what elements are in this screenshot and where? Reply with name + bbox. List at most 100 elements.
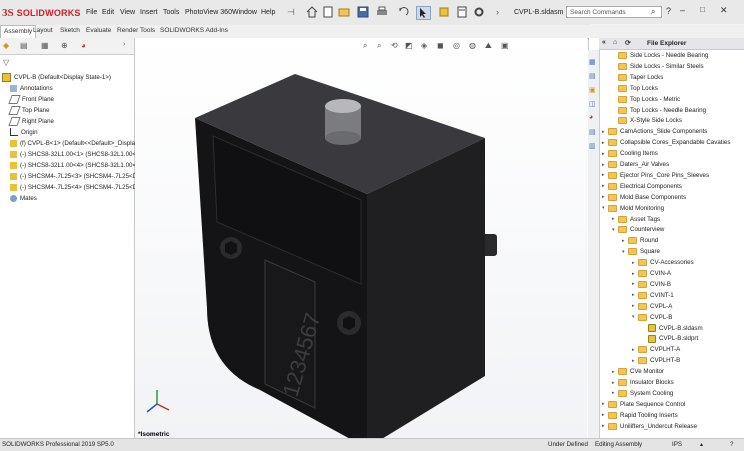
forum-icon[interactable]: ▥ — [589, 142, 596, 150]
tab-sketch[interactable]: Sketch — [60, 27, 80, 34]
menu-file[interactable]: File — [86, 9, 97, 16]
back-icon[interactable]: « — [602, 39, 606, 46]
file-explorer-item[interactable]: ▸ CVINT-1 — [632, 290, 674, 301]
tree-item-component[interactable]: (-) SHCS8-32L1.00<1> (SHCS8-32L1.00<Dis — [10, 149, 145, 159]
file-explorer-item[interactable]: ▸ Mold Base Components — [602, 192, 686, 203]
file-explorer-item[interactable]: ▸ Daters_Air Valves — [602, 159, 669, 170]
file-explorer-item[interactable]: ▸ Insulator Blocks — [612, 377, 674, 388]
help-icon[interactable]: ? — [730, 441, 733, 448]
select-arrow-icon[interactable] — [416, 6, 431, 20]
file-explorer-item[interactable]: ▸ CV-Accessories — [632, 257, 694, 268]
rebuild-icon[interactable] — [438, 6, 451, 18]
file-explorer-item[interactable]: ▸ Asset Tags — [612, 214, 660, 225]
file-explorer-item[interactable]: Top Locks - Metric — [612, 94, 680, 105]
file-explorer-item[interactable]: ▸ Ejector Pins_Core Pins_Sleeves — [602, 170, 709, 181]
file-explorer-item[interactable]: ▸ System Cooling — [612, 388, 673, 399]
file-explorer-item[interactable]: CVPL-B.sldprt — [642, 333, 698, 344]
open-folder-icon[interactable] — [338, 6, 351, 18]
status-units[interactable]: IPS — [672, 441, 682, 448]
file-explorer-item[interactable]: ▸ Rapid Tooling Inserts — [602, 410, 678, 421]
appearances-icon[interactable]: ◕ — [589, 114, 593, 121]
tree-item-component[interactable]: (-) SHCSM4-.7L25<3> (SHCSM4-.7L25<Dis — [10, 171, 142, 181]
file-explorer-item[interactable]: ▾ CVPL-B — [632, 312, 672, 323]
property-manager-icon[interactable]: ▤ — [20, 41, 28, 50]
file-explorer-item[interactable]: ▸ CVe Monitor — [612, 366, 664, 377]
resources-icon[interactable]: ▦ — [589, 58, 596, 66]
configuration-manager-icon[interactable]: ▦ — [41, 41, 49, 50]
home-icon[interactable]: ⌂ — [613, 39, 617, 46]
panel-expand-icon[interactable]: › — [123, 41, 125, 48]
undo-icon[interactable] — [397, 6, 410, 18]
tab-render-tools[interactable]: Render Tools — [117, 27, 155, 34]
expand-icon[interactable]: › — [496, 7, 499, 17]
search-commands-input[interactable]: Search Commands — [566, 6, 662, 18]
file-explorer-item[interactable]: Top Locks — [612, 83, 658, 94]
tab-assembly[interactable]: Assembly — [0, 25, 37, 38]
home-icon[interactable] — [306, 6, 319, 18]
file-explorer-item[interactable]: ▸ Collapsible Cores_Expandable Cavaties — [602, 137, 730, 148]
maximize-icon[interactable]: □ — [700, 5, 705, 14]
tree-item-right-plane[interactable]: Right Plane — [8, 116, 54, 126]
solidworks-logo[interactable]: 3S SOLIDWORKS — [2, 5, 81, 21]
unit-arrow-icon[interactable]: ▴ — [700, 441, 703, 448]
file-explorer-item[interactable]: Side Locks - Similar Steels — [612, 61, 704, 72]
new-document-icon[interactable] — [322, 6, 335, 18]
file-explorer-item[interactable]: ▾ Square — [622, 246, 660, 257]
file-explorer-item[interactable]: X-Style Side Locks — [612, 115, 682, 126]
tree-item-annotations[interactable]: Annotations — [10, 83, 53, 93]
menu-view[interactable]: View — [120, 9, 135, 16]
save-icon[interactable] — [357, 6, 370, 18]
part-model[interactable]: 1234567 — [135, 38, 587, 438]
file-explorer-item[interactable]: ▸ CVPL-A — [632, 301, 672, 312]
menu-window[interactable]: Window — [232, 9, 257, 16]
menu-tools[interactable]: Tools — [163, 9, 179, 16]
minimize-icon[interactable]: – — [680, 5, 685, 15]
design-library-icon[interactable]: ▤ — [589, 72, 596, 80]
custom-properties-icon[interactable]: ▤ — [589, 128, 596, 136]
tab-solidworks-addins[interactable]: SOLIDWORKS Add-Ins — [160, 27, 228, 34]
print-icon[interactable] — [376, 6, 389, 18]
file-explorer-item[interactable]: CVPL-B.sldasm — [642, 323, 703, 334]
file-explorer-item[interactable]: ▸ CVIN-B — [632, 279, 671, 290]
file-explorer-item[interactable]: ▸ CamActions_Slide Components — [602, 126, 707, 137]
file-explorer-item[interactable]: ▸ CVPLHT-B — [632, 355, 680, 366]
file-explorer-item[interactable]: ▾ Counterview — [612, 224, 664, 235]
file-explorer-item[interactable]: Taper Locks — [612, 72, 663, 83]
tree-item-component[interactable]: (-) SHCSM4-.7L25<4> (SHCSM4-.7L25<Dis — [10, 182, 142, 192]
display-manager-icon[interactable]: ◕ — [81, 41, 86, 50]
tab-evaluate[interactable]: Evaluate — [86, 27, 111, 34]
file-explorer-item[interactable]: ▸ Electrical Components — [602, 181, 682, 192]
tree-item-component[interactable]: (-) SHCS8-32L1.00<4> (SHCS8-32L1.00<Dis — [10, 160, 145, 170]
refresh-icon[interactable]: ⟳ — [625, 39, 631, 47]
tree-item-top-plane[interactable]: Top Plane — [8, 105, 50, 115]
tree-root[interactable]: CVPL-B (Default<Display State-1>) — [2, 72, 111, 82]
file-explorer-item[interactable]: ▸ Cooling Items — [602, 148, 658, 159]
file-explorer-item[interactable]: ▾ Mold Monitoring — [602, 203, 664, 214]
menu-help[interactable]: Help — [261, 9, 275, 16]
file-properties-icon[interactable] — [456, 6, 469, 18]
close-icon[interactable]: ✕ — [720, 5, 728, 16]
search-icon[interactable]: ⌕ — [651, 7, 655, 17]
tree-item-mates[interactable]: Mates — [10, 193, 37, 203]
help-question-icon[interactable]: ? — [666, 6, 671, 16]
tree-item-component[interactable]: (f) CVPL-B<1> (Default<<Default>_Display — [10, 138, 138, 148]
file-explorer-icon[interactable]: ▣ — [589, 86, 596, 94]
file-explorer-item[interactable]: ▸ CVPLHT-A — [632, 344, 680, 355]
file-explorer-item[interactable]: ▸ Round — [622, 235, 658, 246]
menu-insert[interactable]: Insert — [140, 9, 158, 16]
file-explorer-item[interactable]: Side Locks - Needle Bearing — [612, 50, 708, 61]
file-explorer-item[interactable]: ▸ CVIN-A — [632, 268, 671, 279]
view-palette-icon[interactable]: ◫ — [589, 100, 596, 108]
tree-item-front-plane[interactable]: Front Plane — [8, 94, 54, 104]
pin-icon[interactable]: ⊣ — [287, 7, 295, 18]
dimxpert-icon[interactable]: ⊕ — [61, 41, 68, 50]
options-gear-icon[interactable] — [473, 6, 486, 18]
file-explorer-item[interactable]: Top Locks - Needle Bearing — [612, 105, 706, 116]
menu-edit[interactable]: Edit — [102, 9, 114, 16]
menu-photoview[interactable]: PhotoView 360 — [185, 9, 232, 16]
file-explorer-item[interactable]: ▸ Plate Sequence Control — [602, 399, 685, 410]
tree-item-origin[interactable]: Origin — [10, 127, 38, 137]
feature-manager-icon[interactable]: ◆ — [3, 41, 9, 50]
tab-layout[interactable]: Layout — [33, 27, 53, 34]
file-explorer-item[interactable]: ▸ Unilifters_Undercut Release — [602, 421, 697, 432]
